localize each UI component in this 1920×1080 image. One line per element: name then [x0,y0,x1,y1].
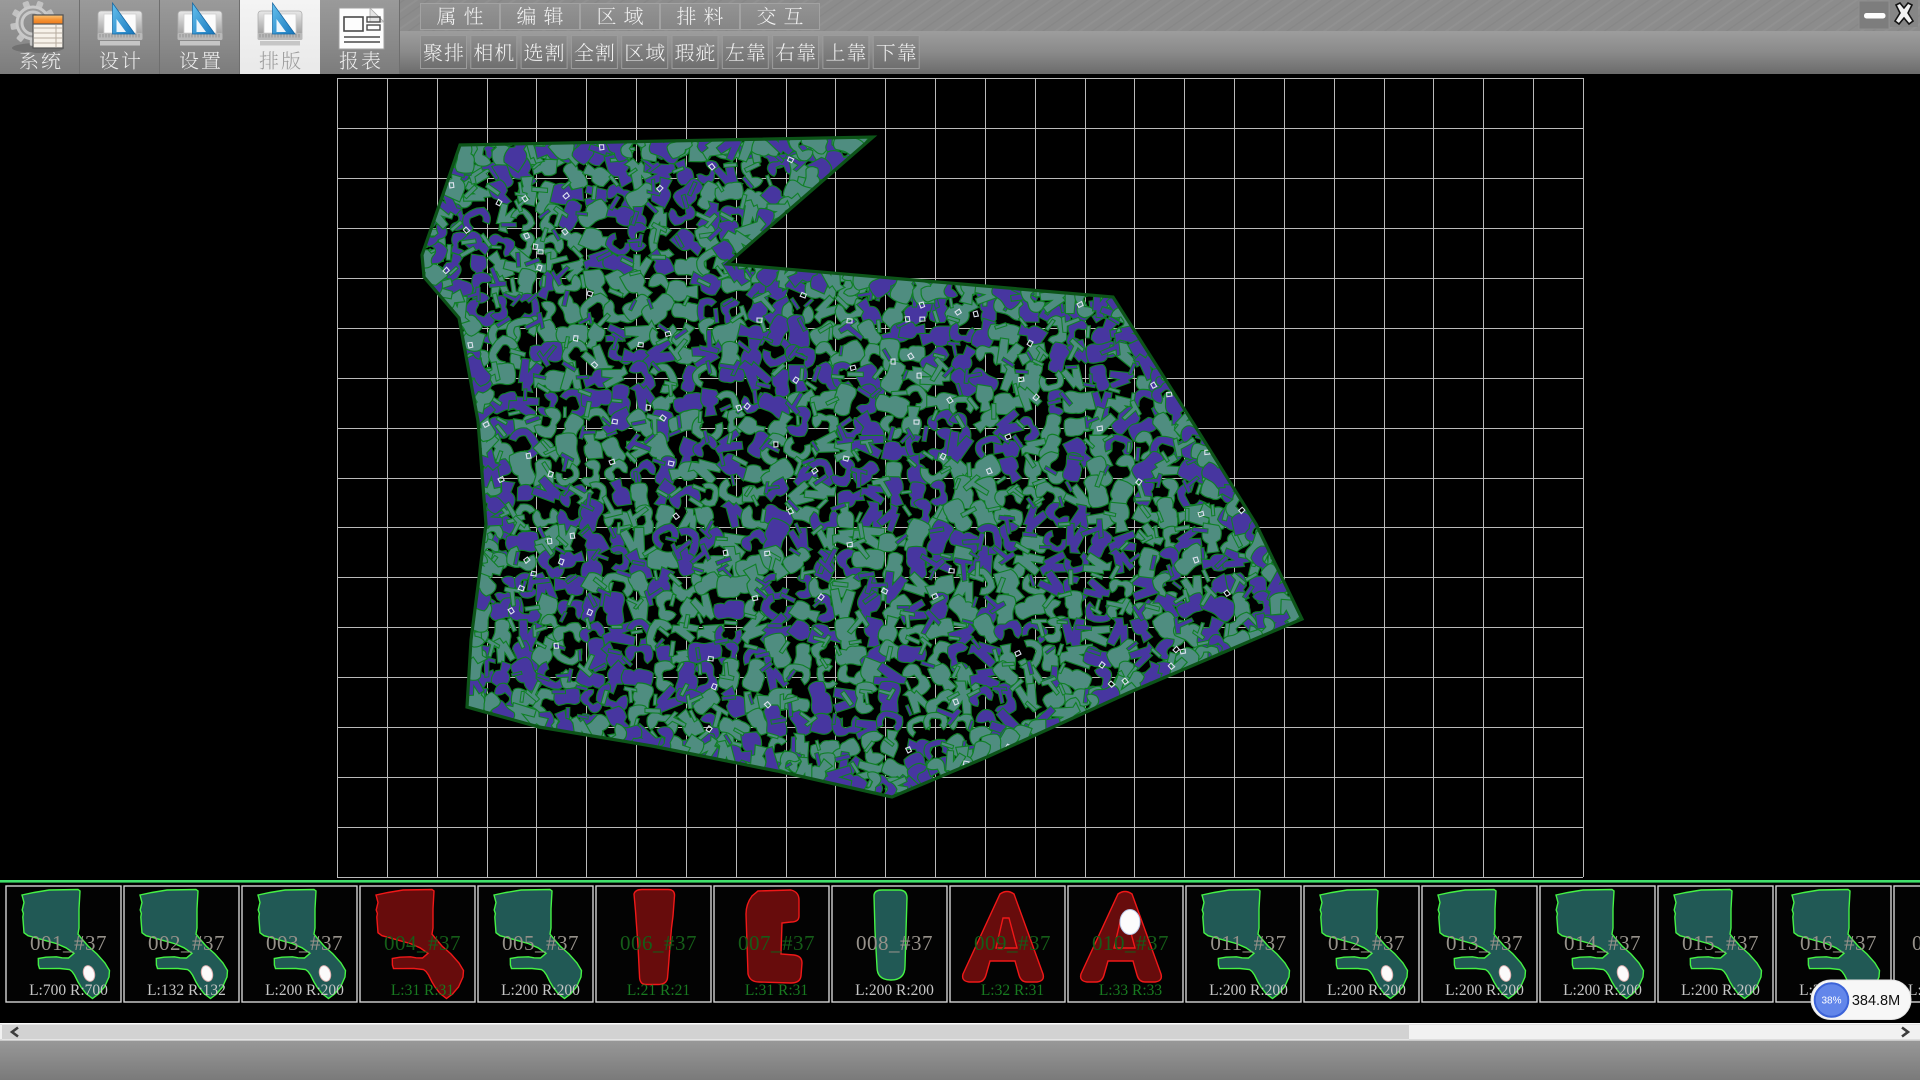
svg-text:014_#37: 014_#37 [1564,931,1641,955]
svg-text:0: 0 [1912,931,1920,955]
svg-text:38%: 38% [1821,996,1841,1007]
svg-text:011_#37: 011_#37 [1210,931,1286,955]
svg-text:L:200 R:200: L:200 R:200 [1445,982,1524,999]
svg-text:L:200 R:200: L:200 R:200 [855,982,934,999]
svg-text:004_#37: 004_#37 [384,931,461,955]
svg-text:L:200 R:200: L:200 R:200 [1209,982,1288,999]
svg-text:007_#37: 007_#37 [738,931,815,955]
svg-text:L:200 R:200: L:200 R:200 [501,982,580,999]
svg-text:012_#37: 012_#37 [1328,931,1405,955]
svg-text:384.8M: 384.8M [1852,993,1900,1009]
svg-text:013_#37: 013_#37 [1446,931,1523,955]
svg-text:001_#37: 001_#37 [30,931,107,955]
svg-text:015_#37: 015_#37 [1682,931,1759,955]
svg-text:L:31 R:31: L:31 R:31 [745,982,808,999]
svg-text:002_#37: 002_#37 [148,931,225,955]
svg-text:L:21 R:21: L:21 R:21 [627,982,690,999]
svg-text:008_#37: 008_#37 [856,931,933,955]
svg-text:L:32 R:31: L:32 R:31 [981,982,1044,999]
svg-text:016_#37: 016_#37 [1800,931,1877,955]
svg-text:L:200 R:200: L:200 R:200 [265,982,344,999]
svg-text:010_#37: 010_#37 [1092,931,1169,955]
svg-text:L:200 R:200: L:200 R:200 [1327,982,1406,999]
svg-text:L:200 R:200: L:200 R:200 [1681,982,1760,999]
svg-text:L:700 R:700: L:700 R:700 [29,982,108,999]
svg-text:003_#37: 003_#37 [266,931,343,955]
svg-text:L:31 R:31: L:31 R:31 [391,982,454,999]
svg-text:009_#37: 009_#37 [974,931,1051,955]
svg-text:L:200 R:200: L:200 R:200 [1563,982,1642,999]
svg-text:L:132 R:132: L:132 R:132 [147,982,226,999]
svg-text:005_#37: 005_#37 [502,931,579,955]
svg-text:006_#37: 006_#37 [620,931,697,955]
svg-text:L:33 R:33: L:33 R:33 [1099,982,1163,999]
